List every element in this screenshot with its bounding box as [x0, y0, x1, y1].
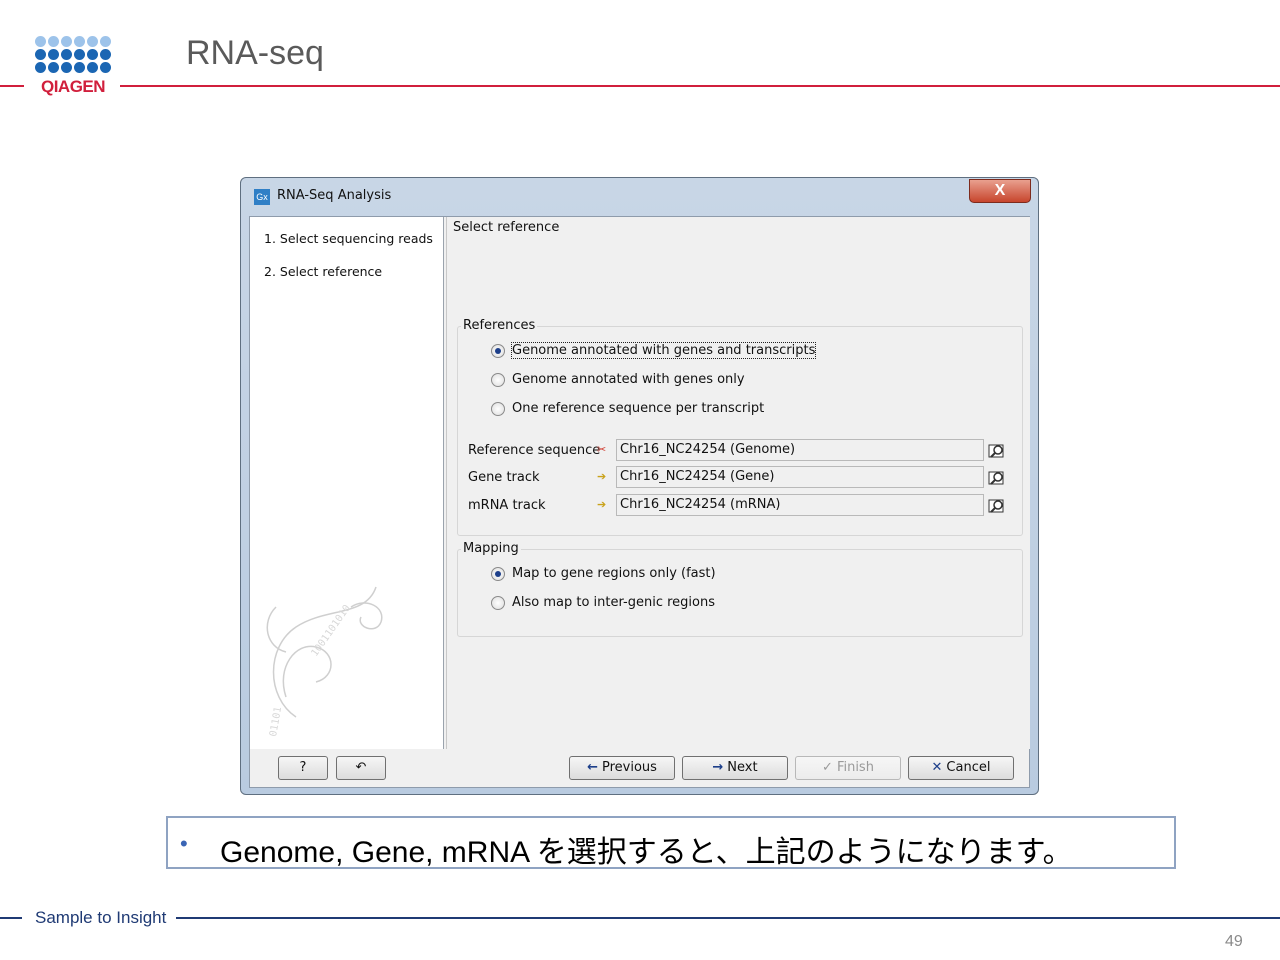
logo-dot: [74, 49, 85, 60]
rna-seq-dialog: Gx RNA-Seq Analysis X 1. Select sequenci…: [240, 177, 1039, 795]
arrow-left-icon: ←: [587, 760, 598, 775]
logo-dot: [35, 49, 46, 60]
reference-sequence-field[interactable]: Chr16_NC24254 (Genome): [616, 439, 984, 461]
logo-dot: [87, 36, 98, 47]
logo-dot: [87, 49, 98, 60]
logo-text: QIAGEN: [40, 77, 106, 96]
logo-dot: [100, 49, 111, 60]
caption-box: • Genome, Gene, mRNA を選択すると、上記のようになります。: [166, 816, 1176, 869]
caption-text: Genome, Gene, mRNA を選択すると、上記のようになります。: [220, 836, 1073, 869]
checkmark-icon: ✓: [822, 760, 833, 775]
decorative-swirl: 1001101010 01101: [266, 586, 383, 738]
header-rule-left: [0, 85, 24, 87]
map-gene-regions-radio[interactable]: [491, 567, 505, 581]
gene-track-field[interactable]: Chr16_NC24254 (Gene): [616, 466, 984, 488]
genome-genes-transcripts-radio[interactable]: [491, 344, 505, 358]
arrow-right-icon: →: [712, 760, 724, 775]
mapping-group: [457, 549, 1023, 637]
previous-label: Previous: [601, 760, 657, 775]
genome-genes-only-radio[interactable]: [491, 373, 505, 387]
svg-text:01101: 01101: [268, 706, 284, 738]
cancel-button[interactable]: ✕ Cancel: [908, 756, 1014, 780]
qiagen-logo: QIAGEN: [35, 36, 113, 96]
next-label: Next: [727, 760, 758, 775]
logo-dot: [35, 36, 46, 47]
reset-button[interactable]: ↶: [336, 756, 386, 780]
help-button[interactable]: ?: [278, 756, 328, 780]
step-1[interactable]: 1. Select sequencing reads: [264, 231, 433, 246]
mrna-track-label: mRNA track: [468, 498, 546, 513]
wizard-steps: 1. Select sequencing reads 2. Select ref…: [250, 217, 444, 749]
logo-dot: [74, 62, 85, 73]
logo-dot: [48, 36, 59, 47]
close-button[interactable]: X: [969, 179, 1031, 203]
one-sequence-per-transcript-radio[interactable]: [491, 402, 505, 416]
mrna-track-field[interactable]: Chr16_NC24254 (mRNA): [616, 494, 984, 516]
finish-button[interactable]: ✓ Finish: [795, 756, 901, 780]
wizard-panel: Select reference References Genome annot…: [446, 217, 1030, 749]
header-rule: [120, 85, 1280, 87]
logo-dot: [61, 49, 72, 60]
logo-dot: [61, 36, 72, 47]
app-icon: Gx: [254, 189, 270, 205]
finish-label: Finish: [836, 760, 874, 775]
browse-icon[interactable]: [988, 497, 1006, 515]
footer-rule: [176, 917, 1280, 919]
button-bar: ? ↶ ← Previous → Next ✓ Finish ✕ Cancel: [250, 749, 1029, 787]
svg-text:1001101010: 1001101010: [309, 603, 353, 659]
genome-genes-only-label[interactable]: Genome annotated with genes only: [512, 372, 745, 387]
track-icon: ➔: [597, 499, 607, 511]
genome-genes-transcripts-label[interactable]: Genome annotated with genes and transcri…: [510, 342, 817, 359]
mapping-group-label: Mapping: [461, 541, 521, 556]
logo-dot: [100, 62, 111, 73]
cancel-label: Cancel: [946, 760, 991, 775]
footer-tagline: Sample to Insight: [35, 908, 167, 927]
window-title: RNA-Seq Analysis: [277, 188, 392, 203]
reference-sequence-label: Reference sequence: [468, 443, 601, 458]
step-2[interactable]: 2. Select reference: [264, 264, 382, 279]
logo-dot: [61, 62, 72, 73]
footer-rule-left: [0, 917, 22, 919]
track-icon: ➔: [597, 471, 607, 483]
sequence-icon: ✂: [597, 444, 607, 456]
panel-title: Select reference: [453, 220, 560, 235]
gene-track-label: Gene track: [468, 470, 540, 485]
browse-icon[interactable]: [988, 442, 1006, 460]
bullet: •: [180, 831, 188, 856]
map-gene-regions-label[interactable]: Map to gene regions only (fast): [512, 566, 716, 581]
page-number: 49: [1225, 933, 1243, 950]
browse-icon[interactable]: [988, 469, 1006, 487]
references-group-label: References: [461, 318, 538, 333]
logo-dot: [87, 62, 98, 73]
dialog-body: 1. Select sequencing reads 2. Select ref…: [249, 216, 1030, 788]
previous-button[interactable]: ← Previous: [569, 756, 675, 780]
map-intergenic-radio[interactable]: [491, 596, 505, 610]
logo-dot: [48, 49, 59, 60]
logo-dot: [100, 36, 111, 47]
one-sequence-per-transcript-label[interactable]: One reference sequence per transcript: [512, 401, 764, 416]
logo-dot: [35, 62, 46, 73]
slide-title: RNA-seq: [186, 34, 324, 72]
map-intergenic-label[interactable]: Also map to inter-genic regions: [512, 595, 715, 610]
x-icon: ✕: [931, 760, 943, 775]
next-button[interactable]: → Next: [682, 756, 788, 780]
logo-dot: [74, 36, 85, 47]
logo-dot: [48, 62, 59, 73]
